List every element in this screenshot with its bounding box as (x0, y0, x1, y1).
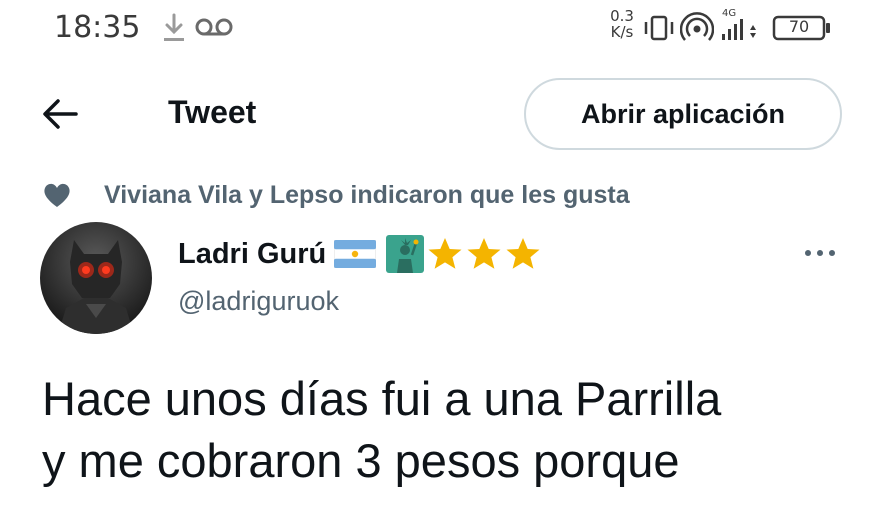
avatar[interactable] (40, 222, 152, 334)
network-type: 4G (722, 8, 736, 19)
status-time: 18:35 (54, 10, 141, 45)
open-app-button[interactable]: Abrir aplicación (524, 78, 842, 150)
vibrate-icon (644, 15, 674, 41)
like-context-text: Viviana Vila y Lepso indicaron que les g… (104, 180, 630, 209)
heart-icon (44, 183, 70, 207)
star-icon (467, 238, 501, 269)
page-title: Tweet (168, 94, 257, 130)
battery-level: 70 (788, 17, 810, 36)
statue-of-liberty-icon (386, 235, 425, 273)
tweet-text-line: Hace unos días fui a una Parrilla (42, 372, 722, 425)
network-speed-unit: K/s (610, 23, 634, 41)
network-speed: 0.3 K/s (604, 8, 640, 40)
author-name-row[interactable]: Ladri Gurú (178, 234, 541, 274)
more-options-icon[interactable] (800, 238, 840, 268)
voicemail-icon (195, 18, 233, 36)
network-speed-value: 0.3 (610, 7, 634, 25)
back-arrow-icon[interactable] (40, 96, 80, 132)
hotspot-icon (680, 12, 714, 41)
tweet-text-line: y me cobraron 3 pesos porque (42, 434, 680, 487)
star-icon (506, 238, 540, 269)
signal-icon: 4G (722, 8, 756, 40)
download-icon (164, 13, 184, 41)
argentina-flag-icon (334, 240, 377, 268)
author-handle[interactable]: @ladriguruok (178, 286, 339, 317)
status-bar: 18:35 0.3 K/s 4G 70 (0, 0, 880, 56)
star-icon (428, 238, 462, 269)
like-context[interactable]: Viviana Vila y Lepso indicaron que les g… (42, 178, 630, 212)
author-name[interactable]: Ladri Gurú (178, 238, 326, 271)
tweet-text: Hace unos días fui a una Parrilla y me c… (42, 368, 862, 492)
